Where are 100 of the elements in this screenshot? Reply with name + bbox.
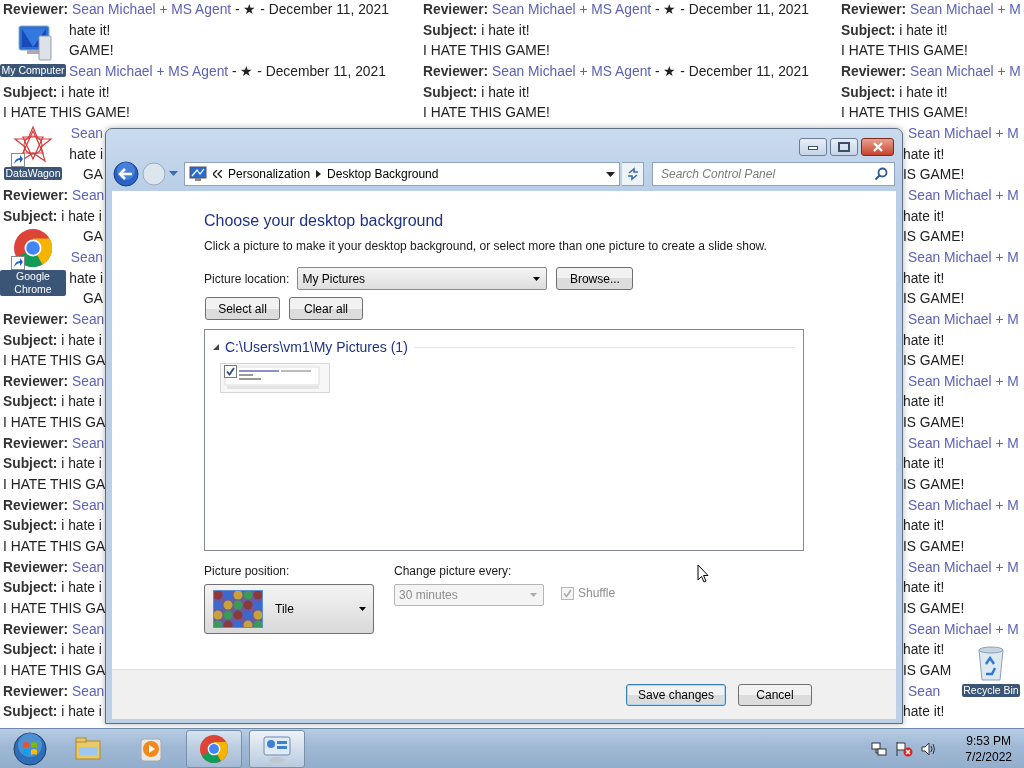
close-icon [871, 142, 884, 152]
page-heading: Choose your desktop background [204, 211, 445, 231]
review-text: hate it! [903, 580, 945, 596]
maximize-button[interactable] [830, 138, 858, 156]
reviewer-line: Reviewer: Sean [2, 621, 105, 637]
datawagon-icon [13, 125, 53, 165]
subject-line: Subject: i hate i [2, 518, 102, 534]
review-text: I HATE THIS GA [2, 601, 106, 617]
clock-date: 7/2/2022 [965, 748, 1012, 765]
minimize-button[interactable] [799, 138, 827, 156]
reviewer-line: Reviewer: Sean Michael + MS Agent - ★ - December 11, 2021 [422, 2, 809, 17]
search-icon [874, 167, 888, 181]
clock[interactable]: 9:53 PM 7/2/2022 [965, 732, 1012, 765]
reviewer-line: Reviewer: Sean Michael + MS Agent - ★ - December 11, 2021 [422, 63, 809, 79]
review-text: I HATE THIS GAME! [840, 43, 968, 59]
review-text: I HATE THIS GAME! [422, 105, 550, 121]
refresh-icon [625, 167, 640, 181]
close-button[interactable] [861, 138, 894, 156]
select-all-button[interactable]: Select all [205, 297, 280, 320]
review-text: GA [83, 229, 103, 245]
desktop-icon-label[interactable]: Google Chrome [0, 270, 66, 297]
reviewer-link[interactable]: Sean [70, 249, 103, 265]
subject-line: Subject: i hate it! [2, 84, 110, 100]
search-field[interactable]: Search Control Panel [659, 166, 874, 182]
address-bar[interactable]: Personalization Desktop Background [184, 162, 620, 186]
reviewer-link[interactable]: Sean Michael + M [903, 125, 1019, 141]
reviewer-link[interactable]: Sean Michael + M [903, 435, 1019, 451]
taskbar-button[interactable] [186, 729, 242, 768]
subject-line: Subject: i hate i [2, 208, 102, 224]
review-text: hate it! [903, 208, 945, 224]
review-text: IS GAME! [903, 167, 965, 183]
review-text: hate it! [903, 146, 945, 162]
reviewer-link[interactable]: Sean Michael + M [903, 249, 1019, 265]
windows-orb-icon [13, 731, 47, 766]
dropdown-arrow-icon [530, 593, 537, 597]
minimize-icon [808, 144, 818, 150]
reviewer-link[interactable]: Sean [903, 683, 941, 699]
reviewer-line: Reviewer: Sean [2, 435, 105, 451]
review-text: IS GAME! [903, 415, 965, 431]
reviewer-line: Reviewer: Sean Michael + M [840, 63, 1021, 79]
reviewer-link[interactable]: Sean Michael + M [903, 311, 1019, 327]
review-text: I HATE THIS GAME! [2, 105, 130, 121]
checkbox-label: Shuffle [578, 586, 616, 600]
review-text: GA [83, 291, 103, 307]
reviewer-line: Reviewer: Sean [2, 559, 105, 575]
picture-location-dropdown[interactable]: My Pictures [297, 267, 548, 290]
speaker-icon [921, 740, 938, 757]
review-text: IS GAME! [903, 291, 965, 307]
desktop-icon-label[interactable]: My Computer [0, 63, 66, 77]
save-button[interactable]: Save changes [626, 683, 726, 706]
reviewer-link[interactable]: Sean Michael + M [903, 497, 1019, 513]
cancel-button[interactable]: Cancel [738, 683, 812, 706]
subject-line: Subject: i hate i [2, 580, 102, 596]
review-text: hate it! [903, 394, 945, 410]
reviewer-line: Reviewer: Sean [2, 497, 105, 513]
reviewer-link[interactable]: Sean Michael + M [903, 187, 1019, 203]
flag-alert-icon [895, 740, 914, 757]
refresh-button[interactable] [622, 162, 644, 186]
pointer-icon [697, 564, 709, 583]
dropdown-arrow-icon [533, 276, 541, 281]
review-text: I HATE THIS GA [2, 663, 106, 678]
subject-line: Subject: i hate it! [422, 84, 530, 100]
dropdown-arrow-icon [169, 171, 178, 177]
checked-checkbox[interactable] [224, 365, 237, 378]
clock-time: 9:53 PM [966, 732, 1011, 749]
review-text: I HATE THIS GAME! [422, 43, 550, 59]
breadcrumb-item[interactable]: Desktop Background [327, 167, 439, 181]
reviewer-link[interactable]: Sean Michael + M [903, 373, 1019, 389]
reviewer-line: Reviewer: Sean Michael + M [840, 2, 1021, 17]
review-text: hate it! [903, 704, 945, 720]
subject-line: Subject: i hate i [2, 332, 102, 348]
picture-position-dropdown[interactable]: Tile [204, 584, 374, 634]
breadcrumb-item[interactable]: Personalization [228, 167, 311, 181]
taskbar-button[interactable] [249, 729, 305, 768]
reviewer-link[interactable]: Sean Michael + M [903, 621, 1019, 637]
field-label: Picture position: [204, 564, 291, 578]
maximize-icon [838, 142, 850, 152]
subject-line: Subject: i hate it! [840, 84, 948, 100]
reviewer-link[interactable]: Sean Michael + M [903, 559, 1019, 575]
field-label: Picture location: [204, 271, 290, 286]
desktop-icon-label[interactable]: DataWagon [4, 167, 62, 180]
folder-group-header[interactable]: C:\Users\vm1\My Pictures (1) [225, 339, 408, 355]
subject-line: Subject: i hate i [2, 642, 102, 658]
reviewer-link[interactable]: Sean [70, 125, 103, 141]
review-text: hate i [69, 146, 103, 162]
review-text: IS GAME! [903, 229, 965, 245]
review-text: IS GAME! [903, 601, 965, 617]
subject-line: Subject: i hate i [2, 704, 102, 720]
subject-line: Subject: i hate i [2, 394, 102, 410]
review-text: I HATE THIS GA [2, 415, 106, 431]
monitor-icon [189, 166, 207, 182]
review-text: hate it! [903, 332, 945, 348]
review-text: hate it! [903, 270, 945, 286]
browse-button[interactable]: Browse... [556, 267, 634, 290]
reviewer-line: Reviewer: Sean [2, 683, 105, 699]
desktop-icon-label[interactable]: Recycle Bin [962, 683, 1020, 697]
reviewer-line: Reviewer: Sean [2, 311, 105, 327]
search-box[interactable]: Search Control Panel [652, 162, 895, 186]
dropdown-arrow-icon [606, 171, 615, 177]
clear-all-button[interactable]: Clear all [289, 297, 363, 320]
